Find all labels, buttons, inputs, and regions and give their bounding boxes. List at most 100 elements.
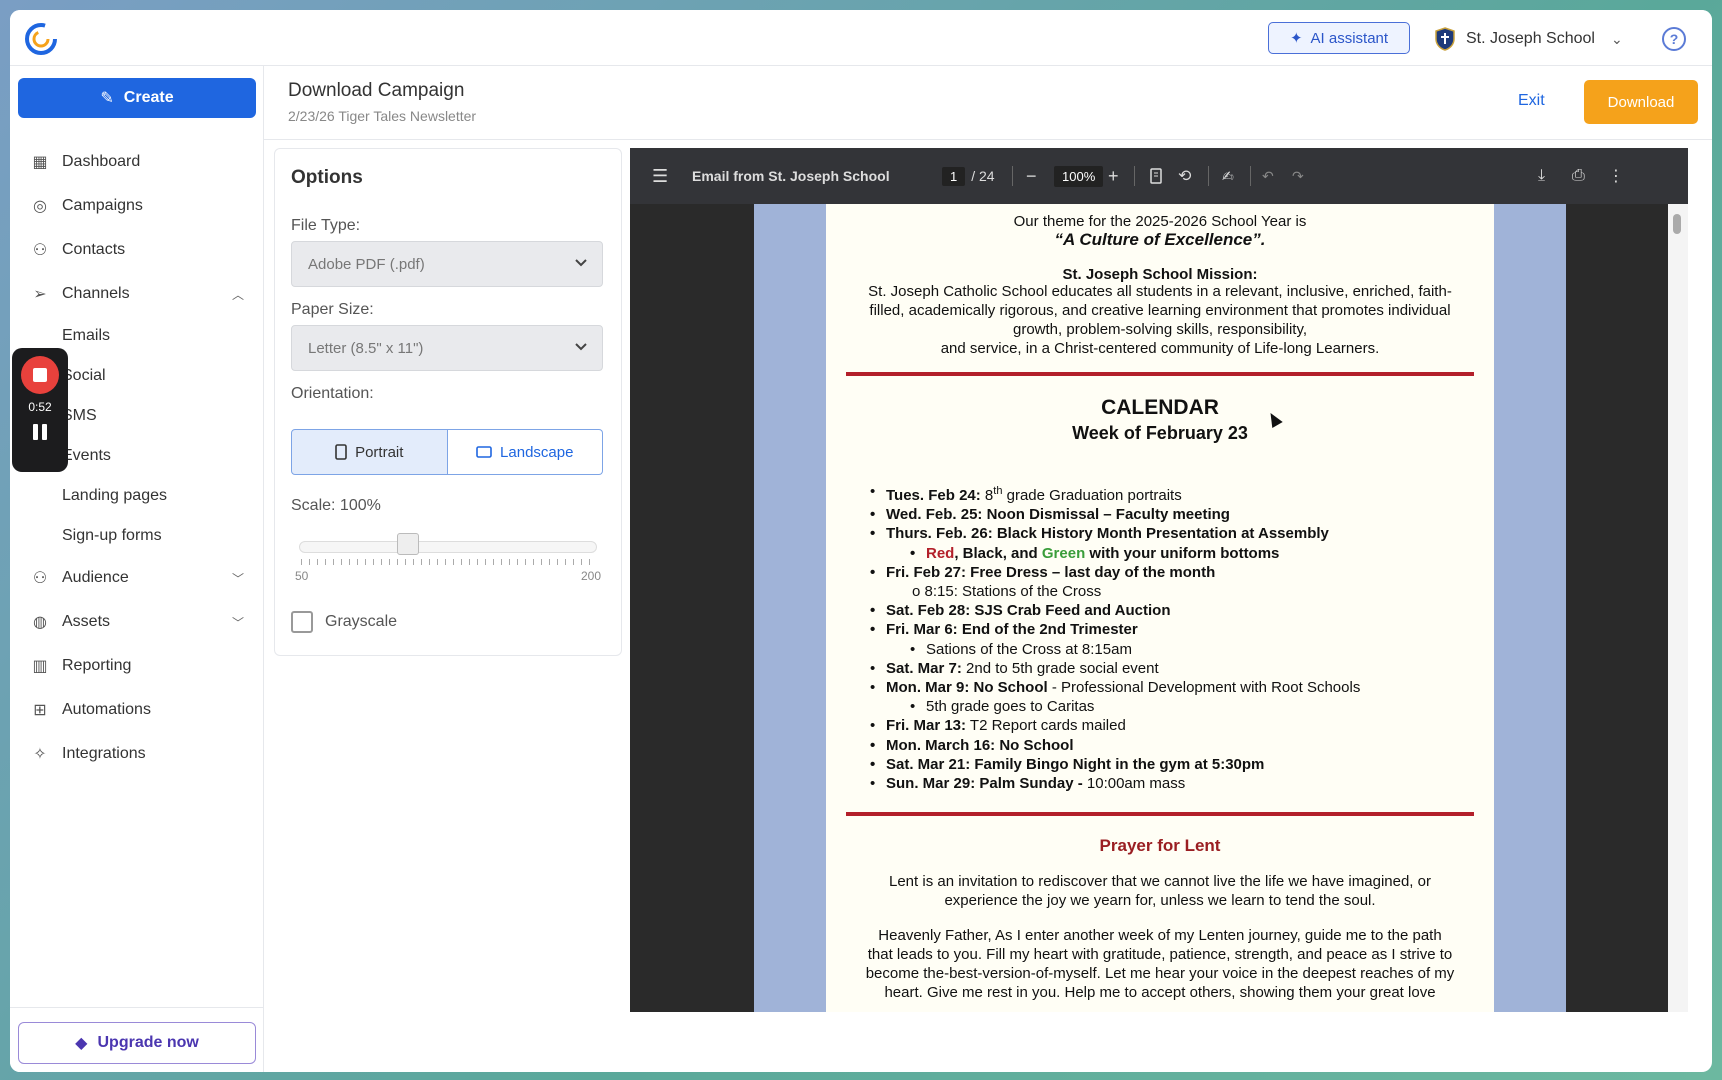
- calendar-item: Fri. Feb 27: Free Dress – last day of th…: [868, 563, 1360, 582]
- upgrade-label: Upgrade now: [97, 1034, 199, 1051]
- sidebar-item-integrations[interactable]: ✧ Integrations: [10, 732, 264, 776]
- options-title: Options: [291, 167, 363, 188]
- page-title: Download Campaign: [288, 80, 465, 101]
- sidebar-item-reporting[interactable]: ▥ Reporting: [10, 644, 264, 688]
- page-number-input[interactable]: 1: [942, 166, 966, 186]
- download-button[interactable]: Download: [1584, 80, 1698, 124]
- sidebar-item-dashboard[interactable]: ▦ Dashboard: [10, 140, 264, 184]
- stop-icon: [33, 368, 47, 382]
- grayscale-label: Grayscale: [325, 613, 398, 630]
- sidebar-divider: [10, 1007, 264, 1008]
- chevron-down-icon: ⌄: [1610, 30, 1623, 47]
- stop-recording-button[interactable]: [21, 356, 59, 394]
- create-button[interactable]: ✎ Create: [18, 78, 256, 118]
- chart-icon: ▥: [32, 658, 48, 675]
- mission-line: St. Joseph Catholic School educates all …: [868, 283, 1452, 300]
- theme-intro: Our theme for the 2025-2026 School Year …: [1013, 213, 1307, 230]
- portrait-button[interactable]: Portrait: [291, 429, 448, 475]
- wrench-icon: ✧: [33, 746, 47, 763]
- chevron-down-icon: [575, 343, 587, 351]
- calendar-item: Sat. Feb 28: SJS Crab Feed and Auction: [868, 601, 1360, 620]
- scale-slider-thumb[interactable]: [397, 533, 419, 555]
- app-logo-icon[interactable]: [24, 22, 58, 56]
- pdf-page-content: Our theme for the 2025-2026 School Year …: [826, 204, 1494, 1012]
- dashboard-icon: ▦: [32, 154, 48, 171]
- redo-icon[interactable]: ↷: [1292, 148, 1304, 204]
- app-window: ✦ AI assistant St. Joseph School ⌄ ? ✎ C…: [10, 10, 1712, 1072]
- calendar-item: Sun. Mar 29: Palm Sunday - 10:00am mass: [868, 774, 1360, 793]
- prayer-title: Prayer for Lent: [1099, 836, 1221, 855]
- grayscale-checkbox[interactable]: [291, 611, 313, 633]
- scrollbar-thumb[interactable]: [1673, 214, 1681, 234]
- sidebar-item-contacts[interactable]: ⚇ Contacts: [10, 228, 264, 272]
- calendar-item: Sat. Mar 21: Family Bingo Night in the g…: [868, 755, 1360, 774]
- toolbar-divider: [1012, 166, 1013, 186]
- zoom-level[interactable]: 100%: [1054, 148, 1104, 204]
- calendar-item: Tues. Feb 24: 8th grade Graduation portr…: [868, 482, 1360, 505]
- sidebar-item-automations[interactable]: ⊞ Automations: [10, 688, 264, 732]
- sidebar-item-label: Contacts: [62, 241, 126, 258]
- zoom-in-icon[interactable]: +: [1108, 148, 1119, 204]
- file-type-select[interactable]: Adobe PDF (.pdf): [291, 241, 603, 287]
- sidebar-item-label: Assets: [62, 613, 111, 630]
- portrait-icon: [335, 444, 347, 460]
- calendar-subitem: o 8:15: Stations of the Cross: [912, 583, 1102, 601]
- prayer-line: Heavenly Father, As I enter another week…: [878, 927, 1442, 944]
- sidebar-subitem-signup-forms[interactable]: Sign-up forms: [10, 516, 264, 556]
- prayer-line: heart. Give me rest in you. Help me to a…: [884, 984, 1436, 1001]
- page-total: / 24: [971, 168, 995, 184]
- sidebar-item-label: Automations: [62, 701, 151, 718]
- school-name: St. Joseph School: [1466, 30, 1595, 47]
- download-icon[interactable]: ⤓: [1538, 148, 1545, 204]
- pause-icon[interactable]: [33, 424, 47, 440]
- flow-icon: ⊞: [33, 702, 47, 719]
- toolbar-divider: [1208, 166, 1209, 186]
- paper-size-select[interactable]: Letter (8.5" x 11"): [291, 325, 603, 371]
- landscape-icon: [476, 446, 492, 458]
- orientation-toggle: Portrait Landscape: [291, 429, 603, 475]
- recording-timer: 0:52: [28, 400, 52, 414]
- viewer-toolbar: ☰ Email from St. Joseph School 1 / 24 − …: [630, 148, 1688, 204]
- ai-assistant-button[interactable]: ✦ AI assistant: [1268, 22, 1410, 54]
- sidebar-item-campaigns[interactable]: ◎ Campaigns: [10, 184, 264, 228]
- sidebar-subitem-landing-pages[interactable]: Landing pages: [10, 476, 264, 516]
- zoom-out-icon[interactable]: −: [1026, 148, 1037, 204]
- sidebar: ✎ Create ▦ Dashboard ◎ Campaigns ⚇ Conta…: [10, 66, 264, 1072]
- chevron-down-icon: [575, 259, 587, 267]
- landscape-button[interactable]: Landscape: [447, 429, 603, 475]
- help-icon[interactable]: ?: [1662, 27, 1686, 51]
- undo-icon[interactable]: ↶: [1262, 148, 1274, 204]
- toolbar-divider: [1134, 166, 1135, 186]
- mission-line: and service, in a Christ-centered commun…: [940, 340, 1380, 357]
- pdf-viewer: ☰ Email from St. Joseph School 1 / 24 − …: [630, 148, 1688, 1012]
- print-icon[interactable]: ⎙: [1572, 148, 1585, 204]
- rotate-icon[interactable]: ⟲: [1178, 148, 1191, 204]
- calendar-item: Fri. Mar 6: End of the 2nd Trimester: [868, 620, 1360, 639]
- sidebar-item-channels[interactable]: ➢ Channels ︿: [10, 272, 264, 316]
- annotate-icon[interactable]: ✍: [1222, 148, 1234, 204]
- school-selector[interactable]: St. Joseph School ⌄: [1434, 24, 1623, 54]
- mission-line: filled, academically rigorous, and creat…: [869, 302, 1451, 319]
- pencil-icon: ✎: [100, 90, 114, 107]
- ai-assistant-label: AI assistant: [1310, 29, 1389, 47]
- viewer-scrollbar[interactable]: [1668, 204, 1688, 1012]
- more-options-icon[interactable]: ⋮: [1608, 148, 1624, 204]
- sidebar-item-label: Audience: [62, 569, 129, 586]
- upgrade-button[interactable]: ◆ Upgrade now: [18, 1022, 256, 1064]
- section-divider: [846, 372, 1474, 376]
- sidebar-item-audience[interactable]: ⚇ Audience ﹀: [10, 556, 264, 600]
- fit-page-icon[interactable]: [1150, 148, 1162, 204]
- sidebar-item-label: Dashboard: [62, 153, 141, 170]
- zoom-value: 100%: [1054, 165, 1104, 187]
- calendar-item: Sat. Mar 7: 2nd to 5th grade social even…: [868, 659, 1360, 678]
- page-indicator: 1 / 24: [942, 148, 995, 204]
- calendar-subitem: Sations of the Cross at 8:15am: [868, 640, 1360, 659]
- chevron-down-icon: ﹀: [231, 615, 244, 630]
- scale-slider-track[interactable]: [299, 541, 597, 553]
- page-header: Download Campaign 2/23/26 Tiger Tales Ne…: [264, 66, 1712, 140]
- exit-link[interactable]: Exit: [1518, 92, 1545, 110]
- menu-icon[interactable]: ☰: [652, 148, 668, 204]
- prayer-line: experience the joy we yearn for, unless …: [944, 892, 1376, 909]
- sidebar-item-assets[interactable]: ◍ Assets ﹀: [10, 600, 264, 644]
- sparkle-icon: ✦: [1289, 30, 1303, 47]
